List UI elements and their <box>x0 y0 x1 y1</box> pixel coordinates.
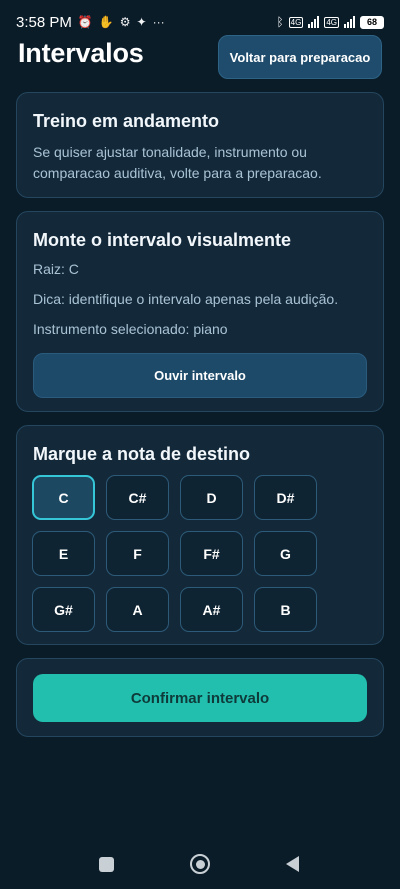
more-icon: ··· <box>152 15 165 29</box>
network-badge-2: 4G <box>324 16 339 28</box>
hint-label: Dica: identifique o intervalo apenas pel… <box>33 291 339 307</box>
network-badge-1: 4G <box>288 16 304 28</box>
accessibility-icon: ✦ <box>136 15 147 29</box>
signal-icon-2 <box>344 16 355 28</box>
recent-apps-icon[interactable] <box>99 857 114 872</box>
note-button[interactable]: F <box>106 531 169 576</box>
status-time: 3:58 PM <box>16 13 72 31</box>
page-header: Intervalos Voltar para preparacao <box>0 30 400 84</box>
battery-icon: 68 <box>360 15 384 29</box>
notes-card-title: Marque a nota de destino <box>33 444 251 464</box>
note-button[interactable]: G# <box>32 587 95 632</box>
note-button[interactable]: D <box>180 475 243 520</box>
training-card-title: Treino em andamento <box>33 111 220 131</box>
note-button[interactable]: F# <box>180 531 243 576</box>
home-icon[interactable] <box>190 854 210 874</box>
notes-card: Marque a nota de destino C C# D D# E F F… <box>16 425 384 645</box>
alarm-icon: ⏰ <box>77 15 93 29</box>
notes-grid: C C# D D# E F F# G G# A A# B <box>32 475 317 632</box>
navigation-bar <box>0 840 400 889</box>
note-button[interactable]: C# <box>106 475 169 520</box>
signal-icon <box>308 16 320 28</box>
interval-card-title: Monte o intervalo visualmente <box>33 230 292 250</box>
hand-icon: ✋ <box>98 15 114 29</box>
note-button[interactable]: B <box>254 587 317 632</box>
interval-card: Monte o intervalo visualmente Raiz: C Di… <box>16 211 384 412</box>
back-to-preparation-button[interactable]: Voltar para preparacao <box>218 35 382 79</box>
note-button[interactable]: D# <box>254 475 317 520</box>
instrument-label: Instrumento selecionado: piano <box>33 321 228 337</box>
note-button[interactable]: A# <box>180 587 243 632</box>
page-title: Intervalos <box>18 38 144 68</box>
settings-icon: ⚙ <box>119 15 131 29</box>
listen-interval-button[interactable]: Ouvir intervalo <box>33 353 367 398</box>
bluetooth-icon: ᛒ <box>276 15 284 29</box>
note-button[interactable]: C <box>32 475 95 520</box>
confirm-card: Confirmar intervalo <box>16 658 384 737</box>
training-card-description: Se quiser ajustar tonalidade, instrument… <box>33 144 322 181</box>
note-button[interactable]: G <box>254 531 317 576</box>
note-button[interactable]: E <box>32 531 95 576</box>
confirm-interval-button[interactable]: Confirmar intervalo <box>33 674 367 722</box>
note-button[interactable]: A <box>106 587 169 632</box>
back-icon[interactable] <box>286 856 299 872</box>
root-label: Raiz: C <box>33 261 79 277</box>
training-card: Treino em andamento Se quiser ajustar to… <box>16 92 384 198</box>
